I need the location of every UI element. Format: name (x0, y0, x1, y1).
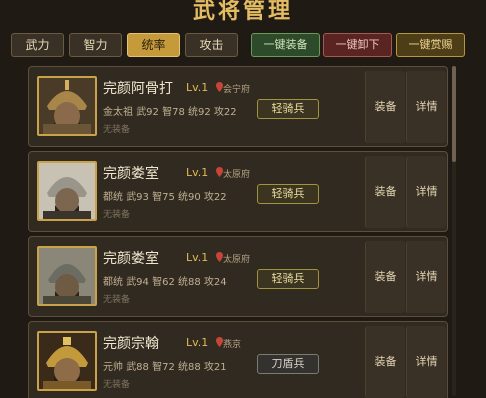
list-scrollbar[interactable] (452, 66, 456, 396)
general-portrait (37, 246, 97, 306)
general-level: Lv.1 (186, 251, 209, 264)
detail-button[interactable]: 详情 (406, 241, 446, 313)
location-pin-icon (216, 252, 223, 262)
general-equipment: 无装备 (103, 380, 131, 390)
detail-button[interactable]: 详情 (406, 71, 446, 143)
equip-button[interactable]: 装备 (365, 241, 405, 313)
unit-type-badge: 轻骑兵 (257, 99, 319, 119)
scrollbar-thumb[interactable] (452, 66, 456, 162)
detail-button[interactable]: 详情 (406, 156, 446, 228)
general-card[interactable]: 完颜娄室 Lv.1 太原府 都统 武93 智75 统90 攻22 无装备 轻骑兵… (28, 151, 448, 232)
tab-command[interactable]: 统率 (127, 33, 180, 57)
general-card[interactable]: 完颜宗翰 Lv.1 燕京 元帅 武88 智72 统88 攻21 无装备 刀盾兵 … (28, 321, 448, 398)
unit-type-badge: 轻骑兵 (257, 269, 319, 289)
general-portrait (37, 76, 97, 136)
location-pin-icon (216, 167, 223, 177)
general-level: Lv.1 (186, 166, 209, 179)
general-attributes: 武93 智75 统90 攻22 (126, 192, 227, 203)
general-list[interactable]: 完颜阿骨打 Lv.1 会宁府 金太祖 武92 智78 统92 攻22 无装备 轻… (28, 64, 448, 398)
general-rank: 元帅 (103, 362, 123, 373)
equip-all-button[interactable]: 一键装备 (251, 33, 320, 57)
unit-type-badge: 刀盾兵 (257, 354, 319, 374)
general-city: 燕京 (223, 340, 242, 350)
general-name: 完颜娄室 (103, 166, 159, 182)
tab-force[interactable]: 武力 (11, 33, 64, 57)
general-stats: 元帅 武88 智72 统88 攻21 (103, 358, 227, 373)
equip-button[interactable]: 装备 (365, 71, 405, 143)
location-pin-icon (216, 337, 223, 347)
general-card[interactable]: 完颜阿骨打 Lv.1 会宁府 金太祖 武92 智78 统92 攻22 无装备 轻… (28, 66, 448, 147)
general-name: 完颜宗翰 (103, 336, 159, 352)
tab-intelligence[interactable]: 智力 (69, 33, 122, 57)
reward-all-button[interactable]: 一键赏赐 (396, 33, 465, 57)
general-attributes: 武94 智62 统88 攻24 (126, 277, 227, 288)
equip-button[interactable]: 装备 (365, 156, 405, 228)
general-city: 会宁府 (223, 85, 251, 95)
unequip-all-button[interactable]: 一键卸下 (323, 33, 392, 57)
general-level: Lv.1 (186, 336, 209, 349)
general-name: 完颜娄室 (103, 251, 159, 267)
general-equipment: 无装备 (103, 295, 131, 305)
detail-button[interactable]: 详情 (406, 326, 446, 398)
unit-type-badge: 轻骑兵 (257, 184, 319, 204)
general-equipment: 无装备 (103, 210, 131, 220)
general-portrait (37, 331, 97, 391)
page-title: 武将管理 (192, 0, 293, 24)
general-equipment: 无装备 (103, 125, 131, 135)
general-rank: 都统 (103, 277, 123, 288)
general-rank: 金太祖 (103, 107, 133, 118)
tab-attack[interactable]: 攻击 (185, 33, 238, 57)
general-city: 太原府 (223, 170, 251, 180)
general-rank: 都统 (103, 192, 123, 203)
general-city: 太原府 (223, 255, 251, 265)
location-pin-icon (216, 82, 223, 92)
general-stats: 都统 武94 智62 统88 攻24 (103, 273, 227, 288)
general-level: Lv.1 (186, 81, 209, 94)
equip-button[interactable]: 装备 (365, 326, 405, 398)
general-attributes: 武88 智72 统88 攻21 (126, 362, 227, 373)
general-portrait (37, 161, 97, 221)
general-stats: 都统 武93 智75 统90 攻22 (103, 188, 227, 203)
general-name: 完颜阿骨打 (103, 81, 173, 97)
general-card[interactable]: 完颜娄室 Lv.1 太原府 都统 武94 智62 统88 攻24 无装备 轻骑兵… (28, 236, 448, 317)
general-stats: 金太祖 武92 智78 统92 攻22 (103, 103, 237, 118)
general-attributes: 武92 智78 统92 攻22 (136, 107, 237, 118)
